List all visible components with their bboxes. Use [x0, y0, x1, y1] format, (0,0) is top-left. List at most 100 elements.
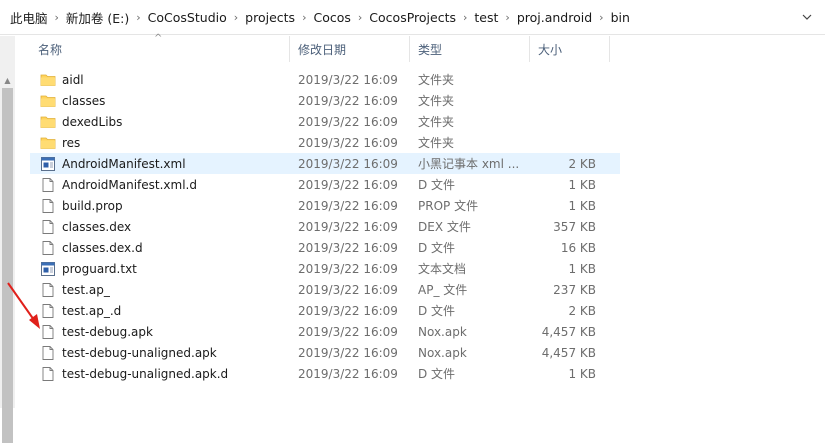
- breadcrumb-item[interactable]: 新加卷 (E:): [64, 8, 131, 27]
- annotation-arrow-icon: [7, 282, 40, 329]
- table-row[interactable]: AndroidManifest.xml 2019/3/22 16:09 小黑记事本 …: [30, 153, 620, 174]
- file-name-cell[interactable]: classes.dex.d: [30, 240, 290, 256]
- file-icon: [40, 198, 56, 214]
- table-row[interactable]: proguard.txt 2019/3/22 16:09 文本文档 1 KB: [30, 258, 620, 279]
- file-size: 237 KB: [553, 282, 596, 297]
- file-date: 2019/3/22 16:09: [298, 198, 398, 213]
- table-row[interactable]: res 2019/3/22 16:09 文件夹: [30, 132, 620, 153]
- file-date: 2019/3/22 16:09: [298, 156, 398, 171]
- file-name-cell[interactable]: AndroidManifest.xml: [30, 156, 290, 172]
- table-row[interactable]: classes.dex 2019/3/22 16:09 DEX 文件 357 KB: [30, 216, 620, 237]
- breadcrumb-item[interactable]: bin: [609, 10, 632, 25]
- file-name-cell[interactable]: test-debug-unaligned.apk: [30, 345, 290, 361]
- file-name-cell[interactable]: test.ap_: [30, 282, 290, 298]
- file-name[interactable]: AndroidManifest.xml.d: [62, 178, 197, 192]
- column-header-type[interactable]: 类型: [410, 36, 530, 62]
- file-name-cell[interactable]: test.ap_.d: [30, 303, 290, 319]
- file-name-cell[interactable]: dexedLibs: [30, 114, 290, 130]
- breadcrumb-item[interactable]: proj.android: [515, 10, 594, 25]
- table-row[interactable]: aidl 2019/3/22 16:09 文件夹: [30, 69, 620, 90]
- file-size: 1 KB: [568, 261, 596, 276]
- scroll-up-icon[interactable]: ▲: [2, 76, 13, 86]
- file-name[interactable]: test.ap_.d: [62, 304, 121, 318]
- folder-icon: [40, 135, 56, 151]
- file-name[interactable]: AndroidManifest.xml: [62, 157, 186, 171]
- column-header-size[interactable]: 大小: [530, 36, 610, 62]
- file-date: 2019/3/22 16:09: [298, 261, 398, 276]
- breadcrumb-separator-icon[interactable]: ›: [458, 11, 472, 24]
- file-type: 小黑记事本 xml ...: [418, 157, 520, 171]
- file-icon: [40, 345, 56, 361]
- breadcrumb-separator-icon[interactable]: ›: [594, 11, 608, 24]
- breadcrumb-separator-icon[interactable]: ›: [229, 11, 243, 24]
- file-name-cell[interactable]: test-debug-unaligned.apk.d: [30, 366, 290, 382]
- file-name-cell[interactable]: proguard.txt: [30, 261, 290, 277]
- table-row[interactable]: test-debug-unaligned.apk 2019/3/22 16:09 N…: [30, 342, 620, 363]
- table-row[interactable]: test.ap_ 2019/3/22 16:09 AP_ 文件 237 KB: [30, 279, 620, 300]
- column-header-date[interactable]: 修改日期: [290, 36, 410, 62]
- file-date: 2019/3/22 16:09: [298, 240, 398, 255]
- file-date: 2019/3/22 16:09: [298, 282, 398, 297]
- column-header-size-label: 大小: [538, 42, 563, 57]
- table-row[interactable]: classes 2019/3/22 16:09 文件夹: [30, 90, 620, 111]
- file-name[interactable]: classes.dex: [62, 220, 131, 234]
- file-name-cell[interactable]: build.prop: [30, 198, 290, 214]
- file-name[interactable]: build.prop: [62, 199, 123, 213]
- column-header-name-label: 名称: [38, 42, 63, 57]
- breadcrumb-item[interactable]: 此电脑: [8, 8, 50, 27]
- chevron-down-icon: [802, 14, 812, 20]
- file-date: 2019/3/22 16:09: [298, 303, 398, 318]
- table-row[interactable]: classes.dex.d 2019/3/22 16:09 D 文件 16 KB: [30, 237, 620, 258]
- file-name[interactable]: classes: [62, 94, 105, 108]
- file-name-cell[interactable]: classes.dex: [30, 219, 290, 235]
- breadcrumb-separator-icon[interactable]: ›: [500, 11, 514, 24]
- file-type: 文件夹: [418, 73, 455, 87]
- file-name-cell[interactable]: aidl: [30, 72, 290, 88]
- file-name-cell[interactable]: res: [30, 135, 290, 151]
- breadcrumb-item[interactable]: test: [472, 10, 500, 25]
- breadcrumb-separator-icon[interactable]: ›: [50, 11, 64, 24]
- file-date: 2019/3/22 16:09: [298, 72, 398, 87]
- table-row[interactable]: dexedLibs 2019/3/22 16:09 文件夹: [30, 111, 620, 132]
- folder-icon: [40, 93, 56, 109]
- file-size: 4,457 KB: [541, 345, 596, 360]
- file-name-cell[interactable]: AndroidManifest.xml.d: [30, 177, 290, 193]
- breadcrumb-separator-icon[interactable]: ›: [353, 11, 367, 24]
- column-header-name[interactable]: 名称 ^: [30, 33, 290, 62]
- file-name-cell[interactable]: classes: [30, 93, 290, 109]
- file-name[interactable]: aidl: [62, 73, 84, 87]
- table-row[interactable]: test.ap_.d 2019/3/22 16:09 D 文件 2 KB: [30, 300, 620, 321]
- breadcrumb-separator-icon[interactable]: ›: [297, 11, 311, 24]
- file-date: 2019/3/22 16:09: [298, 93, 398, 108]
- file-icon: [40, 366, 56, 382]
- file-type: D 文件: [418, 241, 456, 255]
- file-name[interactable]: test-debug-unaligned.apk.d: [62, 367, 228, 381]
- file-name[interactable]: test-debug.apk: [62, 325, 153, 339]
- breadcrumb-separator-icon[interactable]: ›: [131, 11, 145, 24]
- table-row[interactable]: build.prop 2019/3/22 16:09 PROP 文件 1 KB: [30, 195, 620, 216]
- file-type: AP_ 文件: [418, 283, 468, 297]
- file-name[interactable]: test.ap_: [62, 283, 110, 297]
- table-row[interactable]: test-debug.apk 2019/3/22 16:09 Nox.apk 4,45…: [30, 321, 620, 342]
- breadcrumb-item[interactable]: projects: [243, 10, 297, 25]
- file-size: 1 KB: [568, 198, 596, 213]
- file-name[interactable]: classes.dex.d: [62, 241, 143, 255]
- file-name[interactable]: proguard.txt: [62, 262, 137, 276]
- breadcrumb-item[interactable]: Cocos: [311, 10, 352, 25]
- column-header-date-label: 修改日期: [298, 42, 347, 57]
- table-row[interactable]: test-debug-unaligned.apk.d 2019/3/22 16:0…: [30, 363, 620, 384]
- column-header-type-label: 类型: [418, 42, 443, 57]
- breadcrumb-item[interactable]: CocosProjects: [367, 10, 458, 25]
- breadcrumb-item[interactable]: CoCosStudio: [146, 10, 229, 25]
- vertical-scrollbar[interactable]: ▲: [0, 36, 15, 443]
- address-history-dropdown[interactable]: [799, 9, 815, 25]
- table-row[interactable]: AndroidManifest.xml.d 2019/3/22 16:09 D 文件…: [30, 174, 620, 195]
- file-name-cell[interactable]: test-debug.apk: [30, 324, 290, 340]
- file-name[interactable]: dexedLibs: [62, 115, 122, 129]
- file-type: PROP 文件: [418, 199, 479, 213]
- scrollbar-thumb[interactable]: [2, 88, 13, 443]
- address-bar[interactable]: 此电脑 › 新加卷 (E:) › CoCosStudio › projects › Cocos ›…: [0, 0, 825, 35]
- file-size: 16 KB: [560, 240, 596, 255]
- file-name[interactable]: res: [62, 136, 80, 150]
- file-name[interactable]: test-debug-unaligned.apk: [62, 346, 217, 360]
